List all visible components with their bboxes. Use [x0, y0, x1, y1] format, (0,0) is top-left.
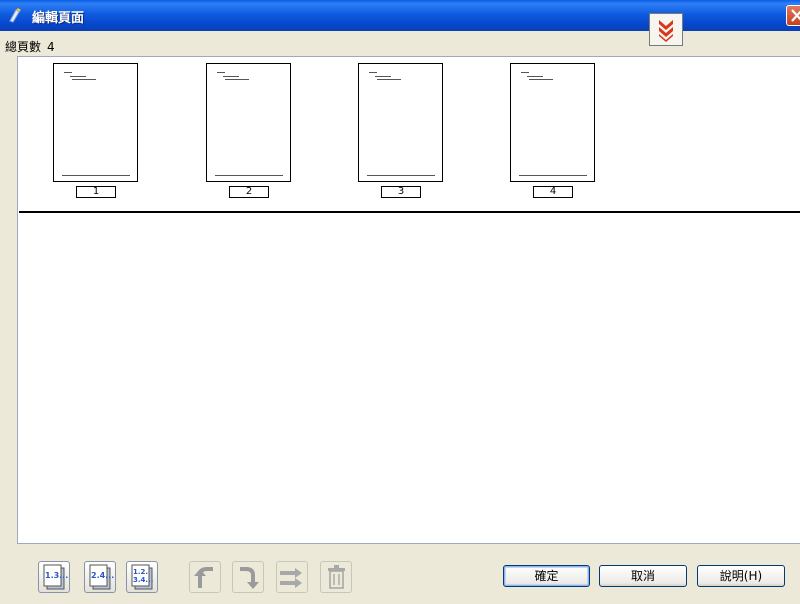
all-pages-icon: 1.2. 3.4...: [131, 564, 153, 590]
reorder-pages-button[interactable]: [276, 561, 308, 593]
all-pages-text-1: 1.2.: [133, 568, 148, 576]
ok-button[interactable]: 確定: [503, 565, 590, 587]
help-button[interactable]: 說明(H): [697, 565, 785, 587]
reorder-pages-icon: [280, 568, 302, 588]
window-title: 編輯頁面: [32, 11, 85, 26]
page-thumbnail[interactable]: [358, 63, 443, 182]
double-chevron-down-icon: [659, 20, 673, 42]
odd-pages-icon: 1.3...: [43, 564, 68, 590]
all-pages-text-2: 3.4...: [133, 576, 153, 584]
trash-icon: [328, 565, 345, 589]
rotate-left-icon: [194, 567, 213, 588]
page-number: 4: [533, 186, 573, 198]
select-even-pages-button[interactable]: 2.4...: [84, 561, 116, 593]
page-number: 1: [76, 186, 116, 198]
page-divider: [19, 211, 800, 213]
page-count-label: 總頁數: [5, 40, 42, 54]
page-thumbnail[interactable]: [53, 63, 138, 182]
select-odd-pages-button[interactable]: 1.3...: [38, 561, 70, 593]
cancel-button[interactable]: 取消: [599, 565, 687, 587]
page-number: 2: [229, 186, 269, 198]
page-count-value: 4: [47, 40, 55, 54]
page-count: 總頁數 4: [5, 38, 61, 55]
close-icon: [791, 9, 800, 22]
rotate-left-button[interactable]: [189, 561, 221, 593]
even-pages-icon: 2.4...: [89, 564, 114, 590]
page-thumbnail[interactable]: [510, 63, 595, 182]
even-pages-text: 2.4...: [91, 571, 114, 580]
delete-page-button[interactable]: [320, 561, 352, 593]
page-canvas[interactable]: 1 2 3 4: [17, 56, 800, 544]
rotate-right-button[interactable]: [232, 561, 264, 593]
page-number: 3: [381, 186, 421, 198]
collapse-toolbar-button[interactable]: [649, 13, 683, 46]
close-button[interactable]: [786, 5, 800, 26]
edit-pages-icon: [9, 8, 21, 23]
rotate-right-icon: [240, 567, 259, 589]
select-all-pages-button[interactable]: 1.2. 3.4...: [126, 561, 158, 593]
page-thumbnail[interactable]: [206, 63, 291, 182]
odd-pages-text: 1.3...: [45, 571, 68, 580]
